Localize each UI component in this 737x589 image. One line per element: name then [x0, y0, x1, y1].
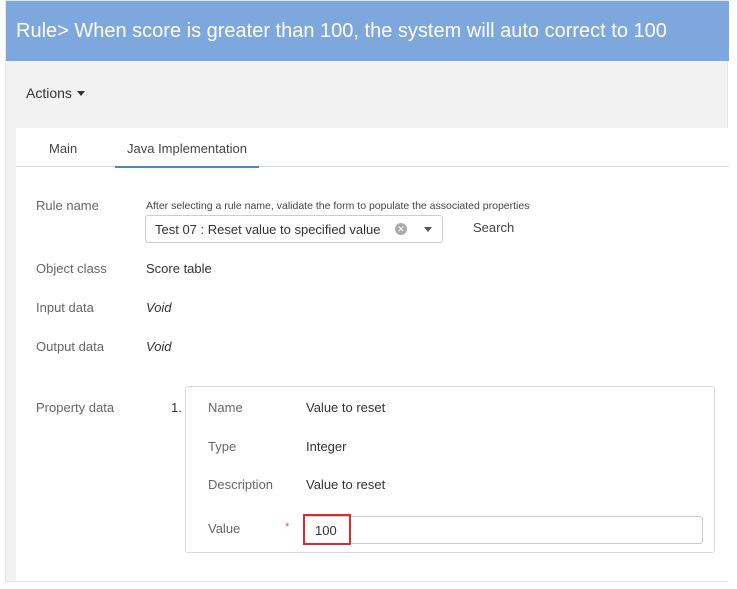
required-marker: * [285, 521, 290, 533]
search-button[interactable]: Search [473, 220, 514, 235]
property-type-value: Integer [306, 439, 347, 454]
rule-panel: Main Java Implementation Rule name After… [16, 128, 729, 581]
output-data-value: Void [146, 339, 172, 354]
input-data-value: Void [146, 300, 172, 315]
object-class-value: Score table [146, 261, 212, 276]
property-name-value: Value to reset [306, 400, 386, 415]
app-window: Rule> When score is greater than 100, th… [5, 0, 729, 582]
property-data-label: Property data [36, 400, 115, 415]
property-item-card: Name Value to reset Type Integer Descrip… [185, 386, 715, 553]
caret-down-icon [76, 90, 85, 96]
page-title: Rule> When score is greater than 100, th… [6, 1, 729, 61]
property-value-input[interactable] [304, 516, 703, 544]
rule-name-hint: After selecting a rule name, validate th… [146, 200, 530, 212]
tab-main[interactable]: Main [37, 128, 89, 167]
chevron-down-icon[interactable] [424, 227, 432, 232]
property-description-value: Value to reset [306, 477, 386, 492]
input-data-label: Input data [36, 300, 94, 315]
property-type-label: Type [208, 439, 237, 454]
object-class-label: Object class [36, 261, 107, 276]
property-description-label: Description [208, 477, 274, 492]
rule-name-label: Rule name [36, 198, 99, 213]
tab-bar: Main Java Implementation [16, 128, 729, 168]
tab-java-implementation[interactable]: Java Implementation [115, 128, 259, 168]
rule-name-select[interactable]: Test 07 : Reset value to specified value… [145, 215, 443, 243]
actions-label: Actions [26, 85, 72, 101]
property-value-label: Value [208, 521, 241, 536]
actions-menu-button[interactable]: Actions [26, 85, 85, 101]
property-item-number: 1. [171, 400, 182, 415]
clear-icon[interactable]: ✕ [395, 223, 407, 235]
property-name-label: Name [208, 400, 243, 415]
rule-name-selected-value: Test 07 : Reset value to specified value [155, 221, 381, 237]
output-data-label: Output data [36, 339, 104, 354]
